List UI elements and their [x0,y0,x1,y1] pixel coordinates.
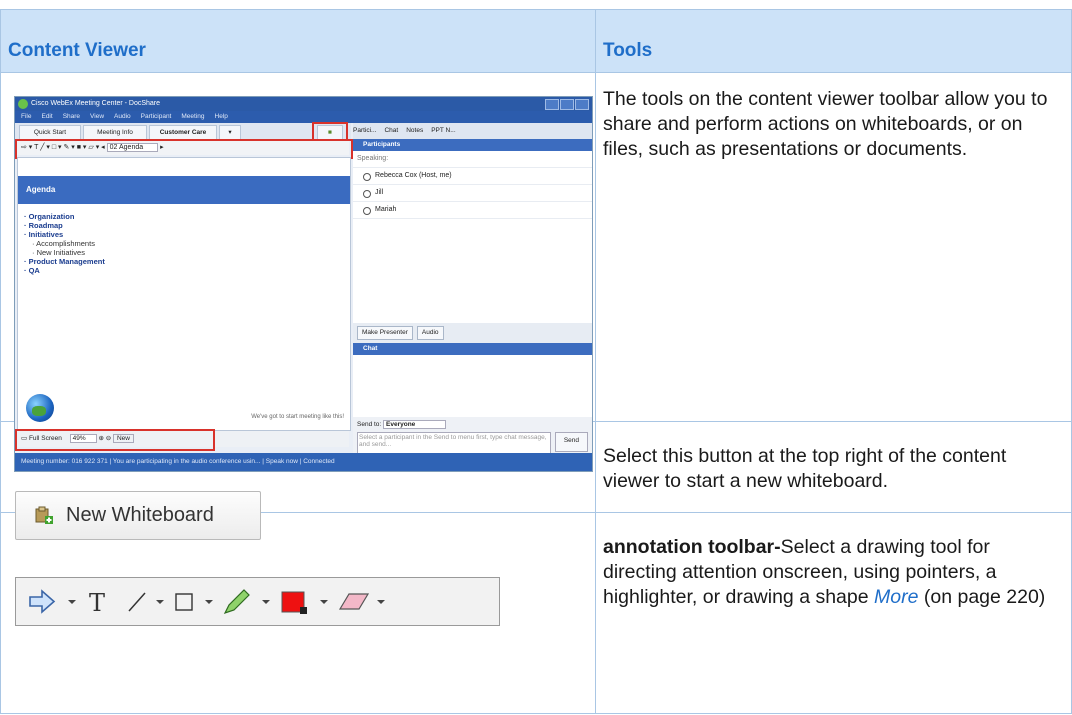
content-viewer-area: Agenda · Organization · Roadmap · Initia… [17,157,351,431]
viewer-note: We've got to start meeting like this! [251,414,344,420]
panel-tab: Chat [384,127,399,134]
panel-tabs: Partici... Chat Notes PPT N... [353,123,592,139]
menu-share: Share [62,113,81,120]
chevron-down-icon[interactable] [377,600,385,604]
menu-view: View [90,113,105,120]
chevron-down-icon[interactable] [320,600,328,604]
menu-help: Help [214,113,228,120]
tab-meeting-info: Meeting Info [83,125,147,140]
send-to-label: Send to: [357,421,382,428]
send-button: Send [554,432,588,452]
header-content-viewer: Content Viewer [0,9,596,73]
tab-customer-care: Customer Care [149,125,217,140]
viewer-tabs: Quick Start Meeting Info Customer Care ▾… [15,123,351,140]
menu-edit: Edit [41,113,53,120]
new-whiteboard-description: Select this button at the top right of t… [603,445,1007,492]
window-buttons [544,99,589,116]
participants-list: Speaking: Rebecca Cox (Host, me) Jill Ma… [353,151,592,323]
eraser-tool-icon[interactable] [338,593,370,610]
panel-tab: Notes [406,127,424,134]
make-presenter-button: Make Presenter [357,326,413,340]
header-tools-label: Tools [603,40,653,61]
chat-body [353,355,592,417]
color-picker-icon[interactable] [281,591,307,614]
chevron-down-icon[interactable] [205,600,213,604]
new-whiteboard-button[interactable]: New Whiteboard [15,491,261,540]
chat-header: Chat [353,343,592,355]
new-whiteboard-label: New Whiteboard [66,504,214,526]
agenda-item: · Product Management [24,257,105,266]
menu-participant: Participant [140,113,172,120]
app-title-bar: Cisco WebEx Meeting Center - DocShare [15,97,592,111]
highlight-bottom-toolbar [15,429,215,451]
minimize-icon [545,99,559,110]
chevron-down-icon[interactable] [68,600,76,604]
panel-tab: Partici... [353,127,377,134]
audio-button: Audio [416,326,444,340]
agenda-subitem: · Accomplishments [32,239,95,248]
rectangle-tool-icon[interactable] [175,593,193,611]
participant-row: Mariah [353,202,592,219]
panel-tab: PPT N... [431,127,456,134]
agenda-list: · Organization · Roadmap · Initiatives ·… [18,204,350,275]
chat-input: Select a participant in the Send to menu… [357,432,551,454]
participants-header: Participants [353,139,592,151]
meeting-center-screenshot: Cisco WebEx Meeting Center - DocShare Fi… [14,96,593,472]
highlight-annotation-toolbar [15,139,353,159]
maximize-icon [560,99,574,110]
svg-text:T: T [89,589,105,617]
chevron-down-icon[interactable] [262,600,270,604]
tab-quick-start: Quick Start [19,125,81,140]
description-cell: annotation toolbar-Select a drawing tool… [595,512,1072,714]
status-bar: Meeting number: 016 922 371 | You are pa… [15,453,592,471]
globe-icon [26,394,54,422]
text-tool-icon[interactable]: T [89,589,105,617]
agenda-title: Agenda [18,176,350,204]
header-tools: Tools [595,9,1072,73]
agenda-item: · Roadmap [24,221,63,230]
app-menu-bar: File Edit Share View Audio Participant Meeting… [15,111,592,123]
annotation-toolbar-term: annotation toolbar- [603,536,781,558]
agenda-item: · Initiatives [24,230,64,239]
menu-file: File [21,113,32,120]
content-viewer-description: The tools on the content viewer toolbar … [603,88,1048,160]
description-cell: Select this button at the top right of t… [595,421,1072,513]
speaking-label: Speaking: [353,151,592,168]
send-to-select: Everyone [383,420,447,429]
line-tool-icon[interactable] [128,592,146,612]
agenda-item: · QA [24,266,40,275]
description-cell: The tools on the content viewer toolbar … [595,72,1072,422]
panels-area: Partici... Chat Notes PPT N... Participants… [353,123,592,469]
webex-icon [18,99,28,109]
pointer-tool-icon[interactable] [29,589,56,614]
menu-audio: Audio [114,113,131,120]
menu-meeting: Meeting [181,113,205,120]
participant-buttons: Make Presenter Audio [353,323,592,343]
highlighter-tool-icon[interactable] [223,589,250,615]
agenda-subitem: · New Initiatives [32,248,85,257]
participant-row: Rebecca Cox (Host, me) [353,168,592,185]
new-whiteboard-icon [35,506,53,524]
annotation-toolbar: T [15,577,500,626]
annotation-toolbar-description: annotation toolbar-Select a drawing tool… [596,513,1071,610]
chevron-down-icon[interactable] [156,600,164,604]
table-header-row: Content Viewer Tools [0,9,1072,73]
page-reference: (on page 220) [918,586,1046,608]
header-content-viewer-label: Content Viewer [8,40,146,61]
agenda-item: · Organization [24,212,75,221]
participant-row: Jill [353,185,592,202]
app-title: Cisco WebEx Meeting Center - DocShare [31,100,161,107]
tab-chevron-down-icon: ▾ [219,125,241,140]
close-icon [575,99,589,110]
more-link[interactable]: More [874,586,918,608]
